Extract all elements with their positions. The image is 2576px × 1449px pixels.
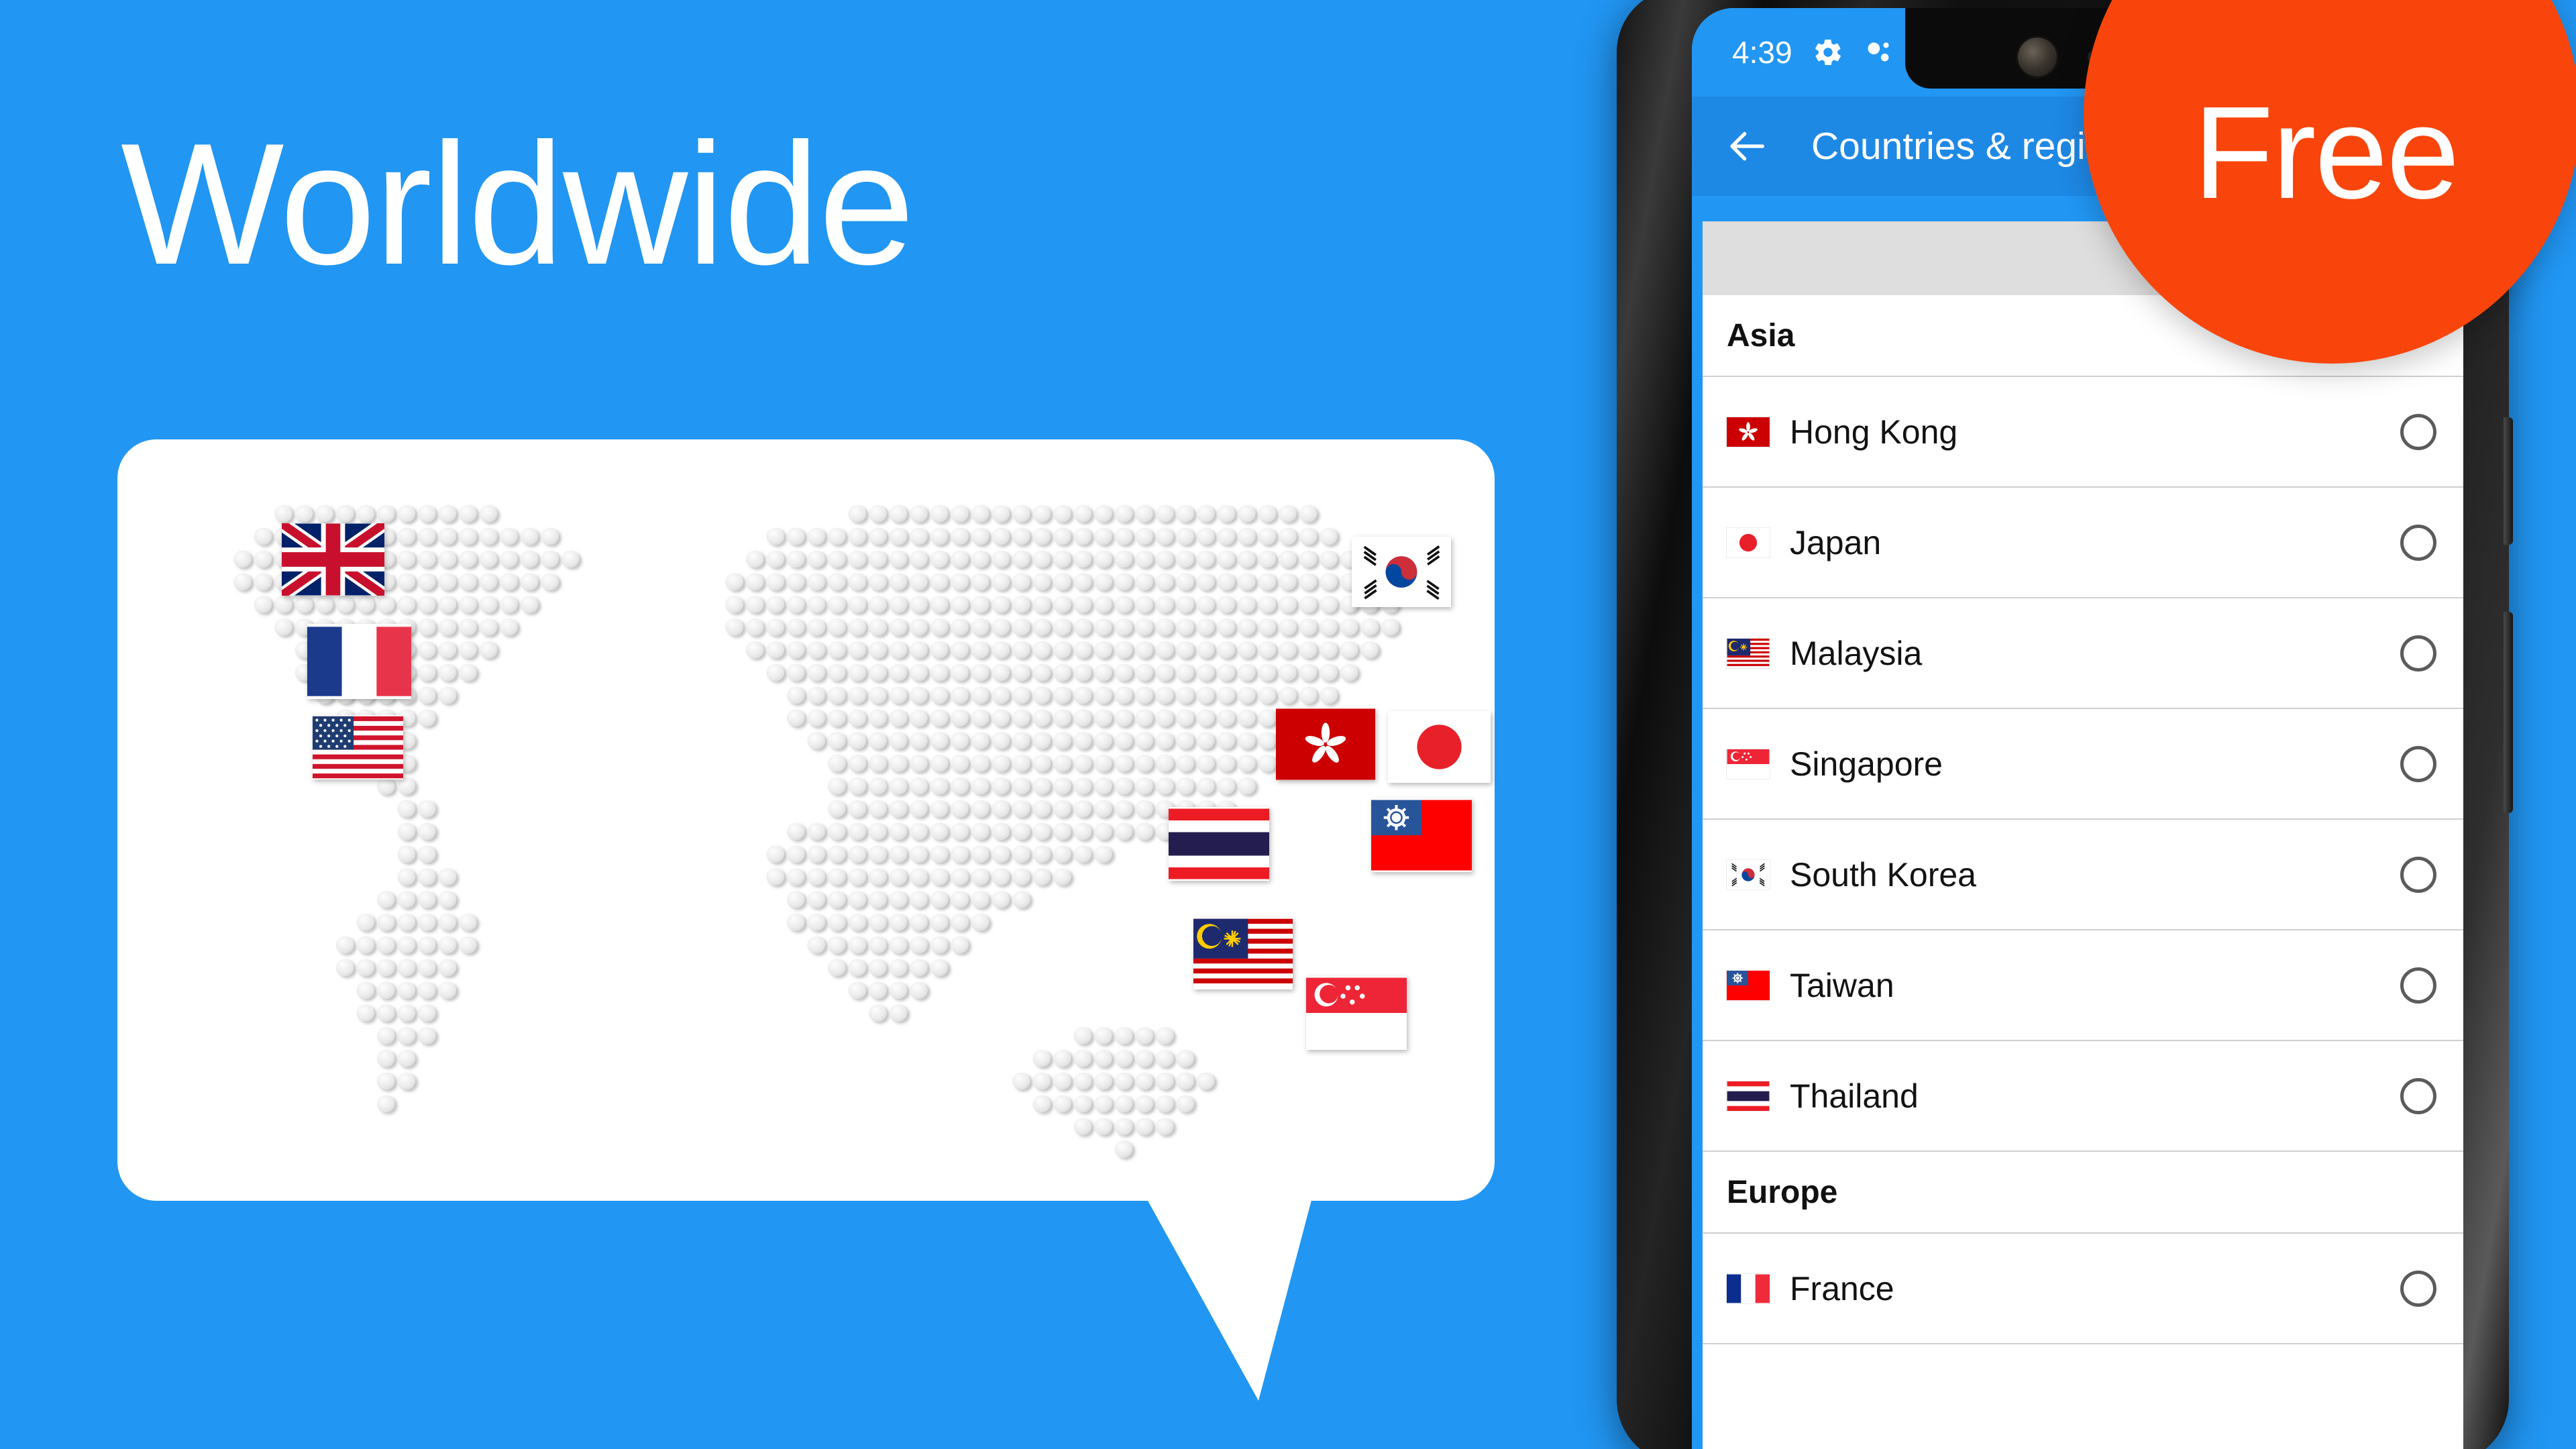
map-pin-fr (307, 624, 411, 699)
page-title: Worldwide (121, 107, 915, 301)
status-bar-clock: 4:39 (1732, 35, 1792, 70)
flag-icon-hk (1727, 417, 1770, 447)
country-list-item[interactable]: South Korea (1703, 820, 2463, 930)
phone-power-button[interactable] (2504, 417, 2513, 545)
map-pin-tw (1371, 798, 1472, 872)
country-name: France (1790, 1269, 1894, 1307)
flag-icon-my (1727, 638, 1770, 668)
radio-button[interactable] (2400, 745, 2436, 782)
country-list-item[interactable]: Thailand (1703, 1041, 2463, 1152)
radio-button[interactable] (2400, 856, 2436, 893)
flag-icon-th (1727, 1081, 1770, 1111)
phone-volume-button[interactable] (2504, 612, 2513, 813)
flag-icon-fr (1727, 1273, 1770, 1303)
country-name: Japan (1790, 523, 1882, 561)
country-name: Hong Kong (1790, 413, 1958, 451)
map-pin-hk (1276, 708, 1375, 780)
country-list-item[interactable]: Taiwan (1703, 930, 2463, 1041)
flag-icon-sg (1727, 749, 1770, 779)
country-name: Malaysia (1790, 634, 1923, 672)
country-name: South Korea (1790, 855, 1976, 894)
radio-button[interactable] (2400, 1270, 2436, 1307)
map-pin-th (1169, 807, 1269, 881)
map-pin-sg (1306, 976, 1407, 1050)
back-arrow-icon[interactable] (1727, 125, 1770, 168)
country-name: Singapore (1790, 745, 1943, 783)
flag-icon-jp (1727, 527, 1770, 557)
world-map-speech-bubble (117, 439, 1495, 1201)
country-name: Thailand (1790, 1077, 1919, 1115)
map-pin-my (1193, 918, 1293, 989)
map-pin-jp (1388, 711, 1491, 783)
country-list-item[interactable]: Malaysia (1703, 598, 2463, 709)
country-list-item[interactable]: France (1703, 1234, 2463, 1344)
speech-bubble-tail (1140, 1187, 1315, 1401)
gear-icon (1815, 40, 1841, 65)
country-name: Taiwan (1790, 966, 1894, 1004)
country-list-item[interactable]: Singapore (1703, 709, 2463, 820)
dots-icon (1868, 42, 1889, 62)
flag-icon-tw (1727, 970, 1770, 1000)
radio-button[interactable] (2400, 967, 2436, 1004)
flag-icon-kr (1727, 859, 1770, 890)
country-list-item[interactable]: Japan (1703, 488, 2463, 598)
radio-button[interactable] (2400, 413, 2436, 450)
map-pin-kr (1352, 537, 1451, 607)
list-section-header: Europe (1703, 1152, 2463, 1234)
countries-list[interactable]: Asia Hong Kong Japan Malaysia Singapore South… (1703, 295, 2463, 1449)
radio-button[interactable] (2400, 1077, 2436, 1114)
radio-button[interactable] (2400, 524, 2436, 561)
country-list-item[interactable]: Hong Kong (1703, 377, 2463, 488)
front-camera-icon (2018, 38, 2057, 76)
radio-button[interactable] (2400, 635, 2436, 672)
free-badge-label: Free (2193, 78, 2459, 226)
map-pin-gb (282, 523, 384, 596)
map-pin-us (313, 715, 403, 780)
